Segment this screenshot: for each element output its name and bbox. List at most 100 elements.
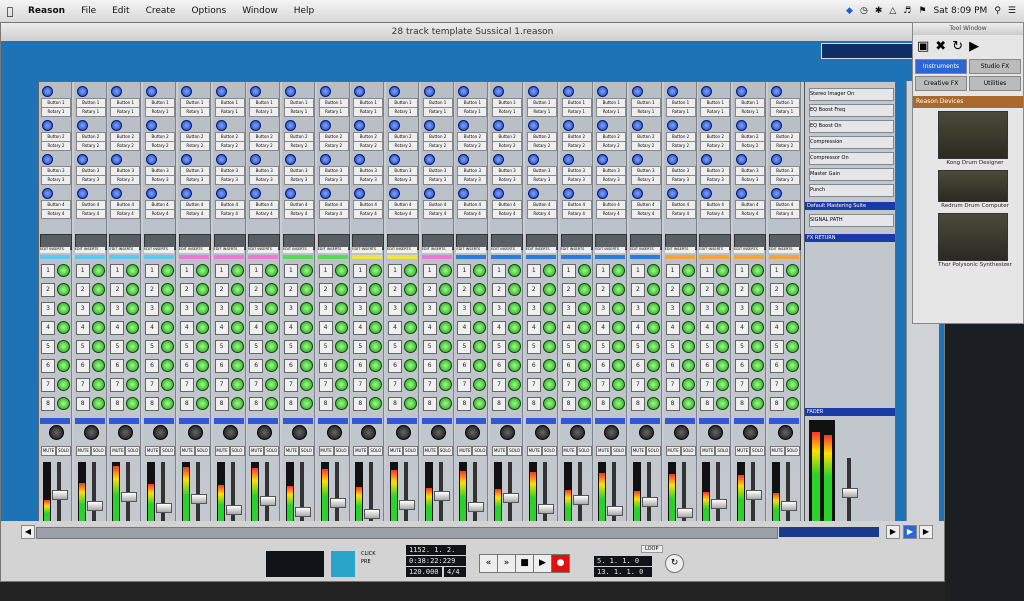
fx-send-knob[interactable]	[542, 397, 556, 410]
fx-send-button[interactable]: 8	[353, 397, 368, 411]
mute-button[interactable]: MUTE	[179, 446, 195, 456]
rotary-knob[interactable]	[250, 86, 262, 97]
fx-send-knob[interactable]	[681, 302, 695, 315]
edit-inserts-button[interactable]: EDIT INSERTS	[421, 247, 452, 253]
rotary-knob[interactable]	[736, 154, 747, 165]
fx-send-knob[interactable]	[577, 321, 591, 334]
fx-send-knob[interactable]	[369, 321, 383, 334]
fx-send-button[interactable]: 2	[457, 283, 472, 297]
fx-send-button[interactable]: 6	[596, 359, 611, 373]
fx-send-button[interactable]: 8	[388, 397, 402, 411]
fx-send-knob[interactable]	[334, 397, 348, 410]
fx-send-button[interactable]: 5	[526, 340, 541, 354]
fx-send-button[interactable]: 6	[735, 359, 749, 373]
fx-send-button[interactable]: 2	[422, 283, 437, 297]
pan-knob[interactable]	[153, 425, 169, 440]
fx-send-button[interactable]: 6	[492, 359, 507, 373]
master-remote-2[interactable]: EQ Boost Freq	[809, 104, 894, 117]
fx-send-button[interactable]: 7	[214, 378, 229, 392]
fx-send-button[interactable]: 7	[110, 378, 125, 392]
fx-send-button[interactable]: 4	[110, 321, 125, 335]
fx-send-knob[interactable]	[404, 359, 417, 372]
fx-send-knob[interactable]	[438, 264, 452, 277]
fx-send-knob[interactable]	[91, 264, 105, 277]
fx-send-knob[interactable]	[785, 340, 799, 353]
fx-send-knob[interactable]	[195, 321, 209, 334]
loop-start-display[interactable]: 5. 1. 1. 0	[594, 556, 652, 566]
fx-send-button[interactable]: 4	[353, 321, 368, 335]
fx-send-knob[interactable]	[646, 340, 660, 353]
fx-send-button[interactable]: 8	[179, 397, 194, 411]
fx-send-button[interactable]: 4	[214, 321, 229, 335]
fx-send-button[interactable]: 3	[700, 302, 715, 316]
fx-send-button[interactable]: 4	[596, 321, 611, 335]
solo-button[interactable]: SOLO	[56, 446, 71, 456]
rotary-knob[interactable]	[42, 188, 53, 199]
rotary-knob[interactable]	[42, 120, 53, 131]
fx-send-button[interactable]: 8	[318, 397, 333, 411]
fx-send-knob[interactable]	[230, 340, 244, 353]
rotary-knob[interactable]	[493, 86, 505, 97]
fx-send-button[interactable]: 2	[700, 283, 715, 297]
rotary-knob[interactable]	[458, 86, 470, 97]
fx-send-button[interactable]: 4	[145, 321, 160, 335]
fx-send-button[interactable]: 6	[630, 359, 645, 373]
fx-send-button[interactable]: 3	[526, 302, 541, 316]
fx-send-button[interactable]: 1	[75, 264, 90, 278]
rotary-knob[interactable]	[597, 86, 609, 97]
fx-send-knob[interactable]	[230, 283, 244, 296]
rotary-knob[interactable]	[180, 154, 192, 165]
fx-send-button[interactable]: 8	[561, 397, 576, 411]
fx-send-button[interactable]: 2	[145, 283, 160, 297]
menu-file[interactable]: File	[73, 6, 104, 16]
fx-send-button[interactable]: 3	[422, 302, 437, 316]
fx-send-button[interactable]: 3	[145, 302, 160, 316]
solo-button[interactable]: SOLO	[715, 446, 731, 456]
tab-creative-fx[interactable]: Creative FX	[915, 76, 967, 91]
rotary-knob[interactable]	[527, 86, 539, 97]
fx-send-knob[interactable]	[57, 340, 70, 353]
fx-send-knob[interactable]	[126, 359, 140, 372]
fx-send-knob[interactable]	[57, 283, 70, 296]
reason-devices-header[interactable]: Reason Devices	[913, 96, 1023, 108]
mute-button[interactable]: MUTE	[388, 446, 403, 456]
fx-send-knob[interactable]	[716, 378, 730, 391]
rotary-knob[interactable]	[354, 86, 366, 97]
rotary-knob[interactable]	[631, 86, 643, 97]
mute-button[interactable]: MUTE	[630, 446, 646, 456]
rotary-knob[interactable]	[42, 86, 53, 97]
rotary-knob[interactable]	[770, 154, 782, 165]
rotary-knob[interactable]	[701, 120, 713, 131]
rotary-knob[interactable]	[631, 154, 643, 165]
solo-button[interactable]: SOLO	[333, 446, 349, 456]
fx-send-button[interactable]: 7	[75, 378, 90, 392]
fx-send-knob[interactable]	[508, 359, 522, 372]
fx-send-button[interactable]: 1	[665, 264, 680, 278]
fx-send-button[interactable]: 4	[735, 321, 749, 335]
fx-send-knob[interactable]	[195, 283, 209, 296]
mute-button[interactable]: MUTE	[769, 446, 785, 456]
blocks-button[interactable]	[331, 551, 355, 577]
fx-send-button[interactable]: 2	[179, 283, 194, 297]
bluetooth-icon[interactable]: ✱	[875, 6, 883, 16]
fx-send-knob[interactable]	[577, 397, 591, 410]
edit-inserts-button[interactable]: EDIT INSERTS	[734, 247, 764, 253]
rotary-knob[interactable]	[319, 188, 331, 199]
fx-send-button[interactable]: 6	[526, 359, 541, 373]
rotary-knob[interactable]	[562, 188, 574, 199]
rotary-knob[interactable]	[284, 86, 296, 97]
fx-send-button[interactable]: 4	[492, 321, 507, 335]
fx-send-knob[interactable]	[91, 359, 105, 372]
fx-send-knob[interactable]	[508, 264, 522, 277]
fx-send-knob[interactable]	[265, 340, 279, 353]
dropbox-icon[interactable]: ◆	[846, 6, 853, 16]
fx-send-knob[interactable]	[299, 340, 313, 353]
edit-inserts-button[interactable]: EDIT INSERTS	[629, 247, 660, 253]
rotary-knob[interactable]	[284, 120, 296, 131]
rotary-knob[interactable]	[215, 120, 227, 131]
fx-send-button[interactable]: 5	[665, 340, 680, 354]
fx-send-button[interactable]: 4	[318, 321, 333, 335]
solo-button[interactable]: SOLO	[125, 446, 141, 456]
fx-send-button[interactable]: 6	[41, 359, 55, 373]
fx-send-knob[interactable]	[195, 378, 209, 391]
